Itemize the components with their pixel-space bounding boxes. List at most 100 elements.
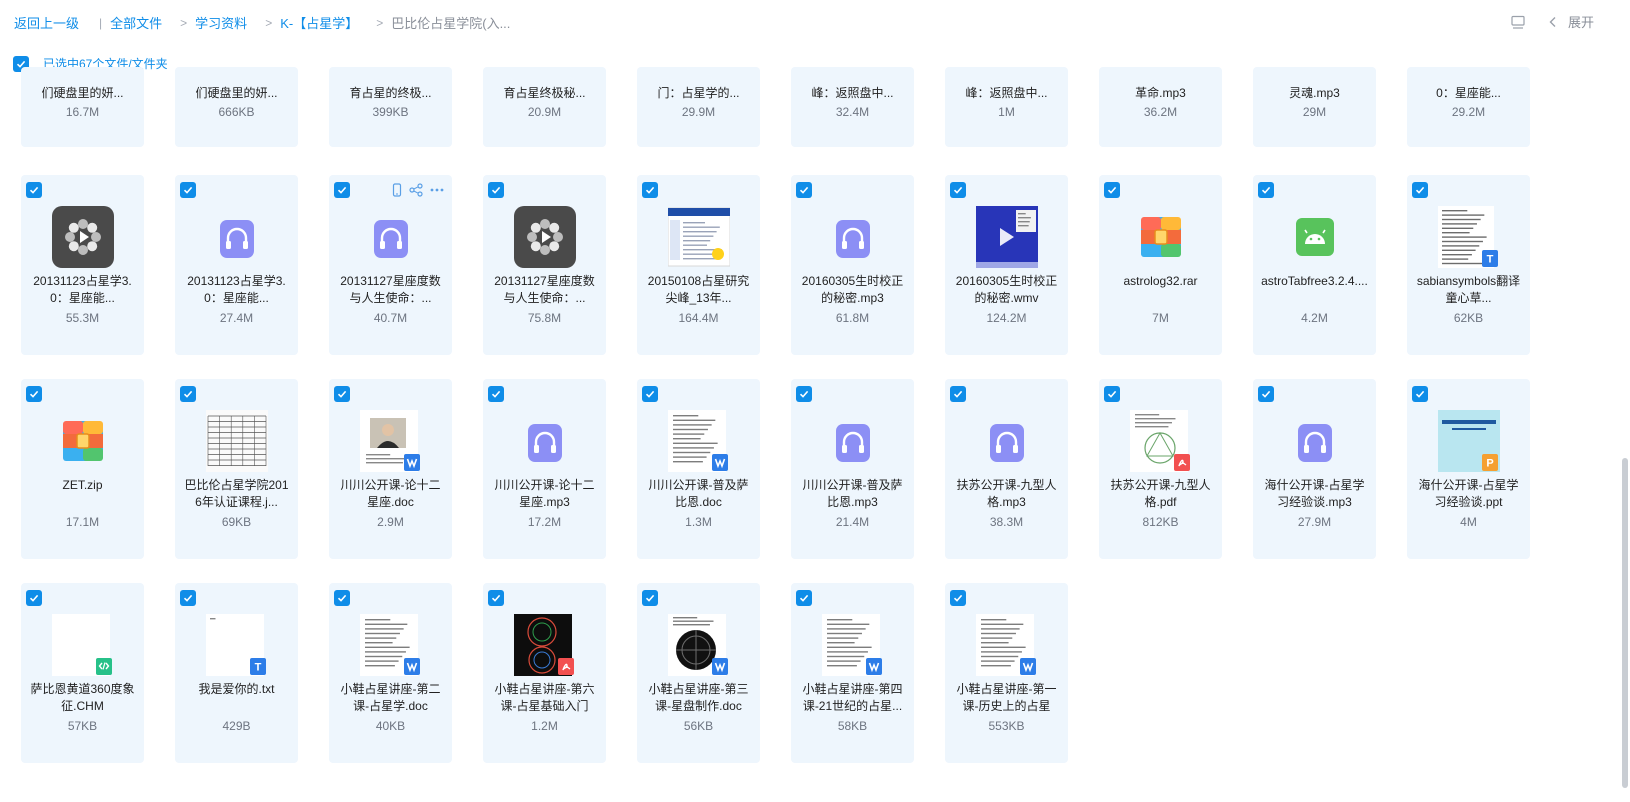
file-card[interactable]: 萨比恩黄道360度象征.CHM 57KB <box>21 583 144 763</box>
file-name[interactable]: 小鞋占星讲座-第一课-历史上的占星 <box>953 681 1060 715</box>
file-name[interactable]: 20160305生时校正的秘密.wmv <box>953 273 1060 307</box>
file-card[interactable]: 育占星的终极... 399KB <box>329 67 452 147</box>
file-card[interactable]: 小鞋占星讲座-第三课-星盘制作.doc 56KB <box>637 583 760 763</box>
file-name[interactable]: 革命.mp3 <box>1107 85 1214 102</box>
file-card[interactable]: T 我是爱你的.txt 429B <box>175 583 298 763</box>
file-card[interactable]: 20131127星座度数与人生使命：... 75.8M <box>483 175 606 355</box>
file-card[interactable]: 20131123占星学3.0：星座能... 55.3M <box>21 175 144 355</box>
file-name[interactable]: astroTabfree3.2.4.... <box>1261 273 1368 290</box>
file-checkbox[interactable] <box>950 386 966 402</box>
file-card[interactable]: 扶苏公开课-九型人格.pdf 812KB <box>1099 379 1222 559</box>
vertical-scrollbar[interactable] <box>1618 88 1630 802</box>
file-card[interactable]: 们硬盘里的妍... 666KB <box>175 67 298 147</box>
file-checkbox[interactable] <box>1258 182 1274 198</box>
file-checkbox[interactable] <box>26 590 42 606</box>
file-checkbox[interactable] <box>642 386 658 402</box>
file-name[interactable]: 扶苏公开课-九型人格.pdf <box>1107 477 1214 511</box>
file-name[interactable]: 灵魂.mp3 <box>1261 85 1368 102</box>
file-card[interactable]: 20150108占星研究尖峰_13年... 164.4M <box>637 175 760 355</box>
file-checkbox[interactable] <box>334 182 350 198</box>
file-checkbox[interactable] <box>180 386 196 402</box>
more-icon[interactable] <box>429 183 445 202</box>
chevron-left-icon[interactable] <box>1546 15 1560 29</box>
file-card[interactable]: 20131127星座度数与人生使命：... 40.7M <box>329 175 452 355</box>
breadcrumb-item-all-files[interactable]: 全部文件 <box>110 13 162 32</box>
file-card[interactable]: 扶苏公开课-九型人格.mp3 38.3M <box>945 379 1068 559</box>
file-card[interactable]: 育占星终极秘... 20.9M <box>483 67 606 147</box>
file-card[interactable]: 川川公开课-论十二星座.doc 2.9M <box>329 379 452 559</box>
file-card[interactable]: 川川公开课-普及萨比恩.mp3 21.4M <box>791 379 914 559</box>
file-name[interactable]: 20131127星座度数与人生使命：... <box>337 273 444 307</box>
file-name[interactable]: 小鞋占星讲座-第三课-星盘制作.doc <box>645 681 752 715</box>
file-checkbox[interactable] <box>1104 386 1120 402</box>
file-name[interactable]: 小鞋占星讲座-第二课-占星学.doc <box>337 681 444 715</box>
file-card[interactable]: 小鞋占星讲座-第一课-历史上的占星 553KB <box>945 583 1068 763</box>
file-checkbox[interactable] <box>1104 182 1120 198</box>
file-card[interactable]: 20131123占星学3.0：星座能... 27.4M <box>175 175 298 355</box>
share-icon[interactable] <box>409 183 423 202</box>
file-name[interactable]: 川川公开课-论十二星座.doc <box>337 477 444 511</box>
file-checkbox[interactable] <box>488 182 504 198</box>
file-name[interactable]: ZET.zip <box>29 477 136 494</box>
file-name[interactable]: 川川公开课-普及萨比恩.doc <box>645 477 752 511</box>
file-card[interactable]: 川川公开课-普及萨比恩.doc 1.3M <box>637 379 760 559</box>
file-card[interactable]: 峰：返照盘中... 32.4M <box>791 67 914 147</box>
file-card[interactable]: 0：星座能... 29.2M <box>1407 67 1530 147</box>
file-name[interactable]: 们硬盘里的妍... <box>183 85 290 102</box>
file-checkbox[interactable] <box>950 182 966 198</box>
file-name[interactable]: 育占星的终极... <box>337 85 444 102</box>
file-checkbox[interactable] <box>796 182 812 198</box>
file-card[interactable]: Tsabiansymbols翻译童心草... 62KB <box>1407 175 1530 355</box>
file-name[interactable]: 20150108占星研究尖峰_13年... <box>645 273 752 307</box>
file-name[interactable]: 海什公开课-占星学习经验谈.mp3 <box>1261 477 1368 511</box>
file-name[interactable]: sabiansymbols翻译童心草... <box>1415 273 1522 307</box>
file-card[interactable]: astroTabfree3.2.4.... 4.2M <box>1253 175 1376 355</box>
breadcrumb-item-astrology[interactable]: K-【占星学】 <box>280 13 358 32</box>
file-checkbox[interactable] <box>26 386 42 402</box>
file-checkbox[interactable] <box>796 590 812 606</box>
file-name[interactable]: 峰：返照盘中... <box>799 85 906 102</box>
file-card[interactable]: ZET.zip 17.1M <box>21 379 144 559</box>
file-card[interactable]: 们硬盘里的妍... 16.7M <box>21 67 144 147</box>
file-checkbox[interactable] <box>26 182 42 198</box>
file-checkbox[interactable] <box>334 386 350 402</box>
file-checkbox[interactable] <box>642 182 658 198</box>
file-card[interactable]: 门：占星学的... 29.9M <box>637 67 760 147</box>
phone-icon[interactable] <box>391 183 403 202</box>
file-name[interactable]: 我是爱你的.txt <box>183 681 290 698</box>
file-name[interactable]: 0：星座能... <box>1415 85 1522 102</box>
file-card[interactable]: 革命.mp3 36.2M <box>1099 67 1222 147</box>
file-card[interactable]: 20160305生时校正的秘密.mp3 61.8M <box>791 175 914 355</box>
file-name[interactable]: 门：占星学的... <box>645 85 752 102</box>
back-link[interactable]: 返回上一级 <box>14 13 79 32</box>
file-checkbox[interactable] <box>1412 386 1428 402</box>
file-card[interactable]: 峰：返照盘中... 1M <box>945 67 1068 147</box>
file-checkbox[interactable] <box>1258 386 1274 402</box>
file-name[interactable]: 川川公开课-普及萨比恩.mp3 <box>799 477 906 511</box>
file-card[interactable]: 灵魂.mp3 29M <box>1253 67 1376 147</box>
file-checkbox[interactable] <box>488 386 504 402</box>
breadcrumb-item-study[interactable]: 学习资料 <box>195 13 247 32</box>
file-checkbox[interactable] <box>1412 182 1428 198</box>
file-card[interactable]: 小鞋占星讲座-第六课-占星基础入门 1.2M <box>483 583 606 763</box>
file-name[interactable]: 峰：返照盘中... <box>953 85 1060 102</box>
monitor-icon[interactable] <box>1510 14 1526 30</box>
file-name[interactable]: 川川公开课-论十二星座.mp3 <box>491 477 598 511</box>
file-name[interactable]: 20131123占星学3.0：星座能... <box>183 273 290 307</box>
file-card[interactable]: 小鞋占星讲座-第四课-21世纪的占星... 58KB <box>791 583 914 763</box>
file-checkbox[interactable] <box>796 386 812 402</box>
file-name[interactable]: 20131123占星学3.0：星座能... <box>29 273 136 307</box>
file-name[interactable]: 育占星终极秘... <box>491 85 598 102</box>
file-checkbox[interactable] <box>950 590 966 606</box>
file-name[interactable]: 扶苏公开课-九型人格.mp3 <box>953 477 1060 511</box>
file-card[interactable]: P 海什公开课-占星学习经验谈.ppt 4M <box>1407 379 1530 559</box>
file-card[interactable]: astrolog32.rar 7M <box>1099 175 1222 355</box>
file-name[interactable]: 海什公开课-占星学习经验谈.ppt <box>1415 477 1522 511</box>
file-name[interactable]: 20160305生时校正的秘密.mp3 <box>799 273 906 307</box>
file-name[interactable]: 20131127星座度数与人生使命：... <box>491 273 598 307</box>
file-checkbox[interactable] <box>180 590 196 606</box>
file-checkbox[interactable] <box>488 590 504 606</box>
file-name[interactable]: 萨比恩黄道360度象征.CHM <box>29 681 136 715</box>
file-name[interactable]: 小鞋占星讲座-第六课-占星基础入门 <box>491 681 598 715</box>
file-name[interactable]: 小鞋占星讲座-第四课-21世纪的占星... <box>799 681 906 715</box>
